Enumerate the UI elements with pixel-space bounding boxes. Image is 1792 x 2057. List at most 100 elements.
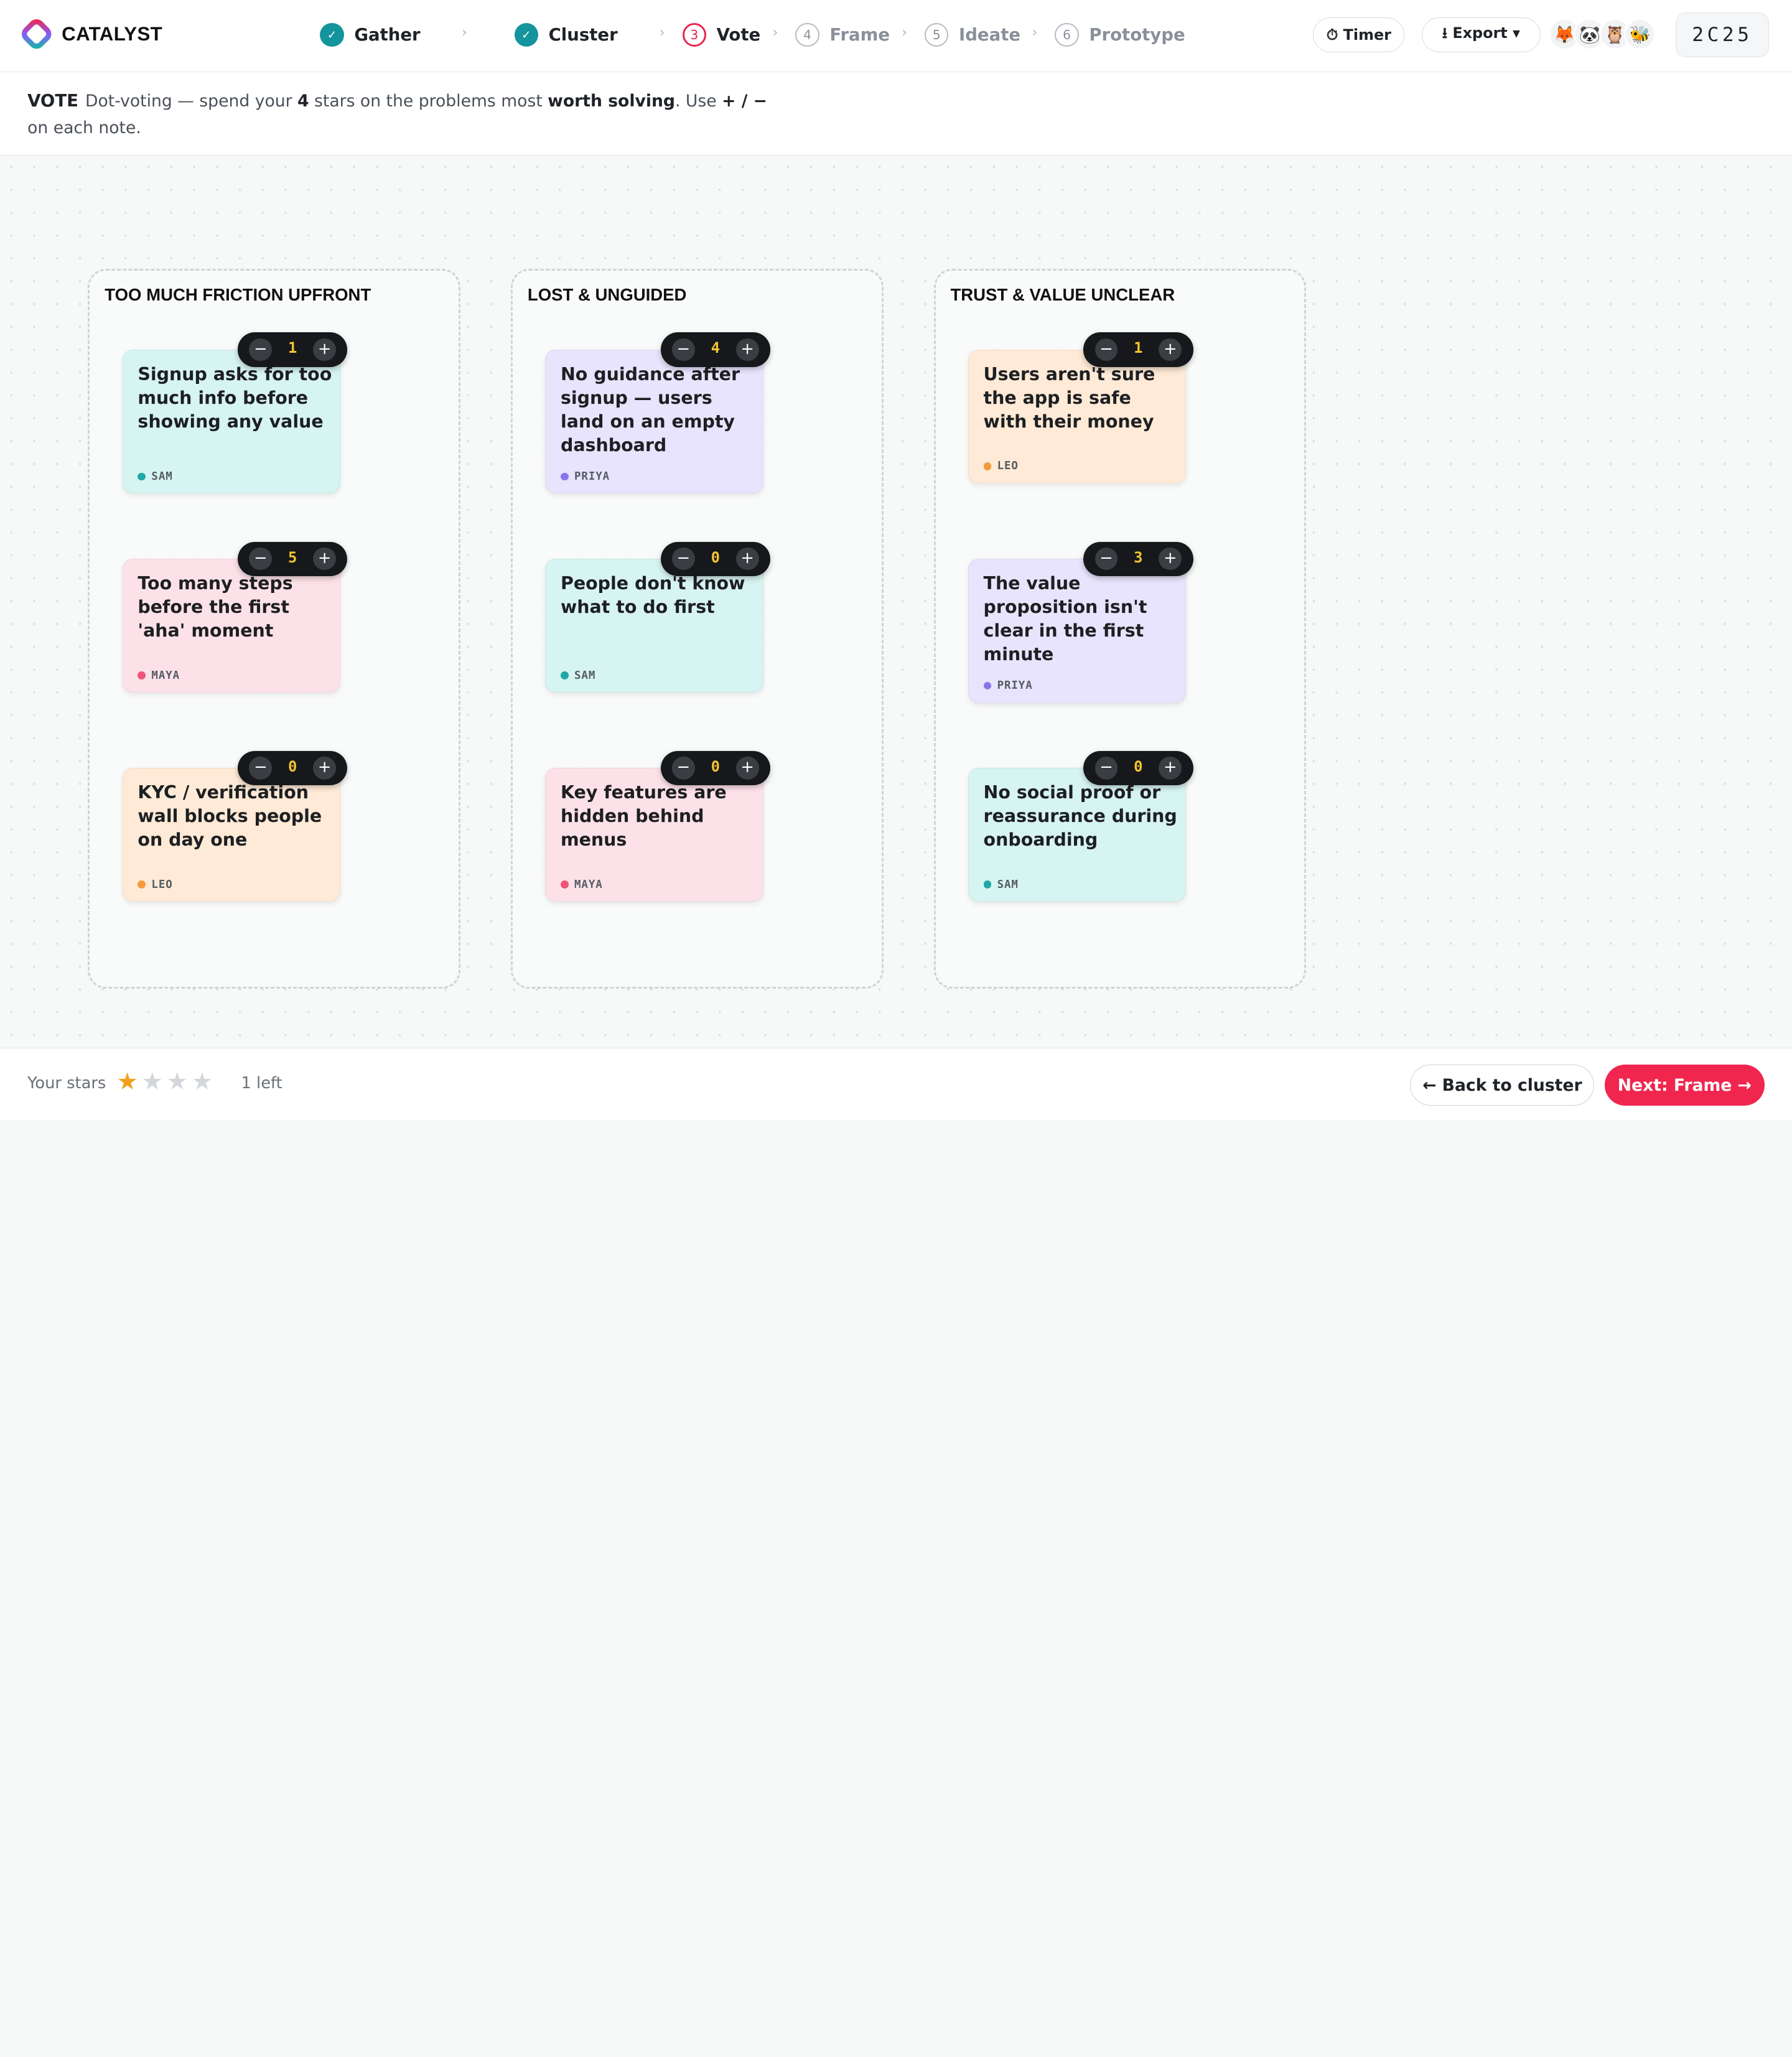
vote-stepper: −0 + [660, 750, 770, 785]
app-root: CATALYST ✓ Gather › ✓ Cluster › 3 Vote ›… [0, 0, 1792, 1120]
vote-plus-button[interactable]: + [1159, 547, 1182, 571]
timer-button[interactable]: ⏱ Timer [1313, 17, 1405, 53]
step-ideate[interactable]: 5 Ideate [924, 22, 1021, 47]
step-vote[interactable]: 3 Vote [682, 22, 761, 47]
chevron-right-icon: › [1032, 25, 1038, 41]
sticky-note[interactable]: Too many steps before the first 'aha' mo… [122, 559, 341, 693]
author-color-dot [560, 880, 569, 889]
step-label: Cluster [548, 25, 618, 45]
brand-name: CATALYST [62, 23, 163, 45]
export-button[interactable]: ⭳ Export ▾ [1421, 17, 1541, 53]
note-author: LEO [138, 879, 172, 891]
vote-plus-button[interactable]: + [1159, 756, 1182, 780]
author-name: PRIYA [997, 679, 1033, 693]
note-text: KYC / verification wall blocks people on… [138, 782, 322, 851]
cluster-title[interactable]: TRUST & VALUE UNCLEAR [950, 285, 1175, 305]
author-color-dot [138, 472, 146, 481]
step-label: Frame [829, 25, 890, 45]
chevron-right-icon: › [659, 25, 665, 41]
star-empty-icon: ★ [191, 1068, 213, 1096]
sticky-note[interactable]: No guidance after signup — users land on… [545, 350, 763, 494]
star-count: 4 [297, 91, 309, 111]
note-author: PRIYA [983, 679, 1033, 693]
sticky-note[interactable]: KYC / verification wall blocks people on… [122, 768, 341, 902]
vote-stepper: −4 + [660, 332, 770, 367]
step-prototype[interactable]: 6 Prototype [1055, 22, 1185, 47]
vote-plus-button[interactable]: + [313, 338, 336, 361]
vote-plus-button[interactable]: + [735, 338, 759, 361]
sticky-note[interactable]: People don't know what to do first SAM [545, 559, 763, 693]
step-label: Vote [716, 25, 761, 45]
instruction-bar: VOTE Dot-voting — spend your 4 stars on t… [0, 72, 1792, 156]
cluster-title[interactable]: LOST & UNGUIDED [528, 285, 687, 305]
vote-plus-button[interactable]: + [735, 547, 759, 571]
note-author: SAM [138, 470, 172, 483]
vote-stepper: −1 + [238, 332, 348, 367]
author-color-dot [138, 880, 146, 889]
author-name: SAM [151, 470, 173, 483]
author-color-dot [560, 671, 569, 679]
room-code[interactable]: 2C25 [1675, 12, 1770, 57]
star-empty-icon: ★ [166, 1068, 189, 1096]
step-number: 4 [795, 22, 819, 47]
author-name: PRIYA [574, 470, 610, 483]
next-frame-button[interactable]: Next: Frame → [1604, 1064, 1765, 1106]
sticky-note[interactable]: Key features are hidden behind menus MAYA [545, 768, 763, 902]
vote-plus-button[interactable]: + [313, 547, 336, 571]
star-filled-icon: ★ [116, 1068, 138, 1096]
step-cluster[interactable]: ✓ Cluster [514, 22, 618, 47]
participant-avatars: 🦊 🐼 🦉 🐝 [1548, 17, 1656, 53]
sticky-note[interactable]: Signup asks for too much info before sho… [122, 350, 341, 494]
vote-stepper: −1 + [1083, 332, 1193, 367]
vote-stepper: −3 + [1083, 541, 1193, 576]
top-bar: CATALYST ✓ Gather › ✓ Cluster › 3 Vote ›… [0, 0, 1792, 72]
check-icon: ✓ [514, 22, 539, 47]
step-frame[interactable]: 4 Frame [795, 22, 890, 47]
stars-remaining: 1 left [241, 1073, 282, 1093]
sticky-note[interactable]: The value proposition isn't clear in the… [968, 559, 1187, 703]
catalyst-logo-icon [22, 19, 52, 49]
stars-meter: ★ ★ ★ ★ [116, 1068, 213, 1096]
sticky-note[interactable]: Users aren't sure the app is safe with t… [968, 350, 1187, 483]
author-name: LEO [997, 460, 1019, 473]
author-color-dot [983, 462, 992, 470]
check-icon: ✓ [320, 22, 344, 47]
vote-stepper: −0 + [238, 750, 348, 785]
author-name: MAYA [574, 878, 603, 891]
chevron-right-icon: › [462, 25, 467, 41]
note-author: SAM [983, 878, 1019, 891]
cluster-title[interactable]: TOO MUCH FRICTION UPFRONT [105, 285, 371, 305]
vote-stepper: −0 + [1083, 750, 1193, 785]
author-name: SAM [997, 878, 1019, 891]
author-color-dot [983, 880, 992, 889]
vote-plus-button[interactable]: + [735, 756, 759, 780]
vote-stepper: −0 + [660, 541, 770, 576]
chevron-right-icon: › [772, 25, 778, 41]
back-to-cluster-button[interactable]: ← Back to cluster [1410, 1064, 1595, 1106]
sticky-note[interactable]: No social proof or reassurance during on… [968, 768, 1187, 902]
note-text: Users aren't sure the app is safe with t… [983, 364, 1155, 432]
note-text: Key features are hidden behind menus [560, 782, 727, 851]
vote-keys: + / − [722, 91, 767, 111]
note-text: No social proof or reassurance during on… [983, 782, 1177, 851]
note-author: PRIYA [560, 470, 610, 483]
step-label: Ideate [958, 25, 1021, 45]
avatar[interactable]: 🐝 [1623, 18, 1656, 50]
note-text: Signup asks for too much info before sho… [138, 364, 332, 432]
note-text: The value proposition isn't clear in the… [983, 573, 1147, 665]
instruction-text: VOTE Dot-voting — spend your 4 stars on t… [27, 91, 767, 138]
canvas-board[interactable]: TOO MUCH FRICTION UPFRONT Signup asks for… [0, 155, 1792, 1048]
author-name: SAM [574, 669, 596, 682]
note-author: MAYA [560, 878, 603, 891]
phase-label: VOTE [27, 91, 78, 111]
vote-plus-button[interactable]: + [313, 756, 336, 780]
step-gather[interactable]: ✓ Gather [320, 22, 421, 47]
stars-label: Your stars [27, 1073, 106, 1093]
note-text: People don't know what to do first [560, 573, 745, 618]
author-color-dot [560, 472, 569, 481]
note-text: No guidance after signup — users land on… [560, 364, 740, 456]
vote-plus-button[interactable]: + [1159, 338, 1182, 361]
brand[interactable]: CATALYST [21, 18, 162, 50]
note-author: MAYA [138, 669, 180, 682]
note-text: Too many steps before the first 'aha' mo… [138, 573, 293, 641]
